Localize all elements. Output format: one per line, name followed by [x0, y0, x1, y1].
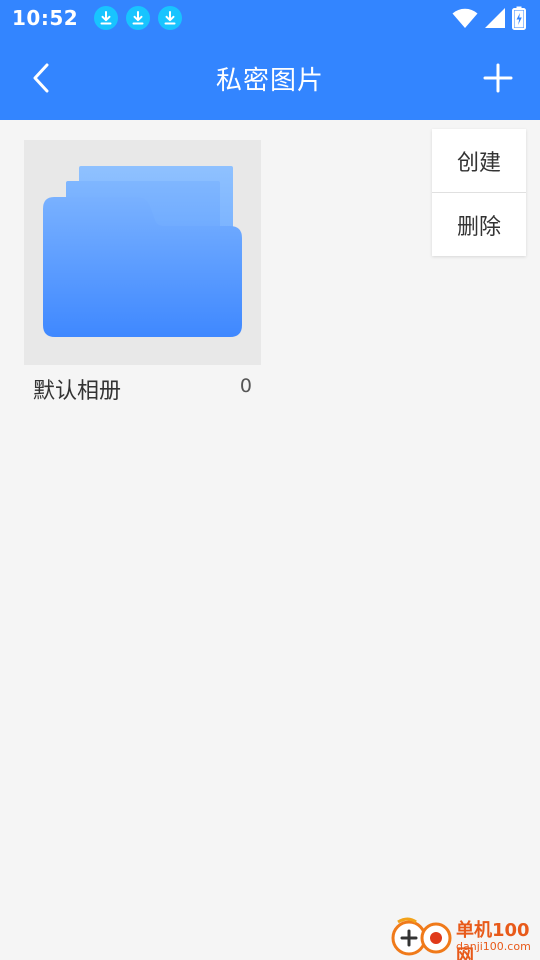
screen: 10:52 私密图片 默认相册 0 创建 删除 单机100网 danji100.… — [0, 0, 540, 960]
battery-charging-icon — [512, 6, 526, 30]
watermark-title: 单机100网 — [456, 920, 530, 960]
menu-item-delete[interactable]: 删除 — [432, 193, 526, 256]
album-name: 默认相册 — [33, 379, 122, 404]
folder-icon — [43, 166, 242, 337]
add-button[interactable] — [476, 56, 520, 100]
wifi-icon — [452, 8, 478, 28]
signal-icon — [485, 8, 505, 28]
download-icon — [126, 6, 151, 30]
top-bar: 10:52 私密图片 — [0, 0, 540, 120]
chevron-left-icon — [33, 63, 49, 93]
menu-item-create[interactable]: 创建 — [432, 129, 526, 192]
download-icon — [158, 6, 183, 30]
page-title: 私密图片 — [215, 65, 324, 96]
status-time: 10:52 — [12, 6, 79, 30]
status-bar: 10:52 — [0, 0, 540, 36]
download-icon — [94, 6, 119, 30]
back-button[interactable] — [20, 56, 64, 100]
plus-icon — [483, 63, 513, 93]
watermark-url: danji100.com — [456, 940, 531, 953]
popup-menu: 创建 删除 — [432, 129, 526, 256]
app-bar: 私密图片 — [0, 36, 540, 120]
watermark: 单机100网 danji100.com — [390, 912, 540, 960]
album-card[interactable]: 默认相册 0 — [24, 140, 261, 409]
watermark-logo-icon — [391, 917, 452, 956]
status-icons — [452, 6, 526, 30]
album-thumbnail — [24, 140, 261, 365]
album-meta: 默认相册 0 — [24, 365, 261, 409]
album-count: 0 — [239, 375, 252, 397]
